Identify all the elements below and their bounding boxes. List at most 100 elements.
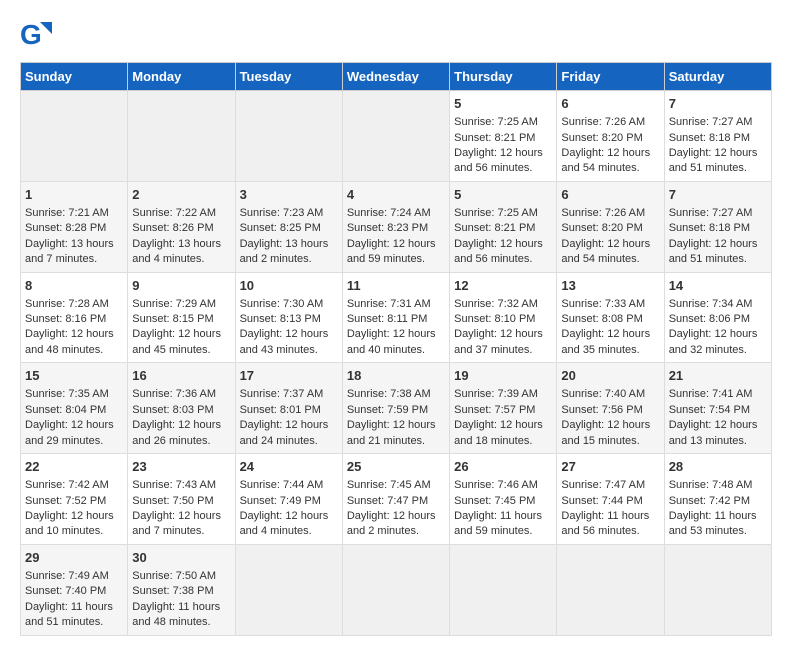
sunset-text: Sunset: 7:45 PM: [454, 495, 535, 507]
daylight-text: Daylight: 11 hours and 59 minutes.: [454, 510, 542, 537]
calendar-table: SundayMondayTuesdayWednesdayThursdayFrid…: [20, 62, 772, 636]
calendar-cell: 22Sunrise: 7:42 AMSunset: 7:52 PMDayligh…: [21, 454, 128, 545]
calendar-cell: 23Sunrise: 7:43 AMSunset: 7:50 PMDayligh…: [128, 454, 235, 545]
daylight-text: Daylight: 12 hours and 43 minutes.: [240, 328, 329, 355]
calendar-cell: [557, 544, 664, 635]
day-number: 7: [669, 95, 767, 113]
svg-text:G: G: [20, 20, 42, 50]
calendar-cell: [342, 544, 449, 635]
column-header-wednesday: Wednesday: [342, 63, 449, 91]
calendar-cell: [235, 91, 342, 182]
sunset-text: Sunset: 8:15 PM: [132, 313, 213, 325]
calendar-cell: 20Sunrise: 7:40 AMSunset: 7:56 PMDayligh…: [557, 363, 664, 454]
day-number: 23: [132, 458, 230, 476]
sunrise-text: Sunrise: 7:47 AM: [561, 479, 645, 491]
sunrise-text: Sunrise: 7:35 AM: [25, 388, 109, 400]
sunrise-text: Sunrise: 7:37 AM: [240, 388, 324, 400]
sunset-text: Sunset: 8:18 PM: [669, 132, 750, 144]
calendar-cell: 11 Sunrise: 7:31 AM Sunset: 8:11 PM Dayligh…: [342, 272, 449, 363]
calendar-cell: 19Sunrise: 7:39 AMSunset: 7:57 PMDayligh…: [450, 363, 557, 454]
sunrise-text: Sunrise: 7:33 AM: [561, 298, 645, 310]
calendar-week-2: 8Sunrise: 7:28 AMSunset: 8:16 PMDaylight…: [21, 272, 772, 363]
day-number: 3: [240, 186, 338, 204]
daylight-text: Daylight: 12 hours and 37 minutes.: [454, 328, 543, 355]
calendar-cell: 9Sunrise: 7:29 AMSunset: 8:15 PMDaylight…: [128, 272, 235, 363]
sunrise-text: Sunrise: 7:34 AM: [669, 298, 753, 310]
sunset-text: Sunset: 8:11 PM: [347, 313, 428, 325]
calendar-week-4: 22 Sunrise: 7:42 AM Sunset: 7:52 PM Dayligh…: [21, 454, 772, 545]
calendar-cell: 24Sunrise: 7:44 AMSunset: 7:49 PMDayligh…: [235, 454, 342, 545]
sunrise-text: Sunrise: 7:22 AM: [132, 207, 216, 219]
sunset-text: Sunset: 7:47 PM: [347, 495, 428, 507]
sunrise-text: Sunrise: 7:25 AM: [454, 207, 538, 219]
calendar-cell: 2Sunrise: 7:22 AMSunset: 8:26 PMDaylight…: [128, 181, 235, 272]
calendar-cell: 17Sunrise: 7:37 AMSunset: 8:01 PMDayligh…: [235, 363, 342, 454]
daylight-text: Daylight: 12 hours and 21 minutes.: [347, 419, 436, 446]
sunset-text: Sunset: 7:54 PM: [669, 404, 750, 416]
calendar-cell: 1Sunrise: 7:21 AMSunset: 8:28 PMDaylight…: [21, 181, 128, 272]
calendar-week-1: 1Sunrise: 7:21 AMSunset: 8:28 PMDaylight…: [21, 181, 772, 272]
day-number: 20: [561, 367, 659, 385]
day-number: 11: [347, 277, 445, 295]
calendar-cell: 29Sunrise: 7:49 AMSunset: 7:40 PMDayligh…: [21, 544, 128, 635]
sunset-text: Sunset: 8:21 PM: [454, 132, 535, 144]
calendar-cell: [450, 544, 557, 635]
sunset-text: Sunset: 7:52 PM: [25, 495, 106, 507]
calendar-cell: 28Sunrise: 7:48 AMSunset: 7:42 PMDayligh…: [664, 454, 771, 545]
sunset-text: Sunset: 8:28 PM: [25, 222, 106, 234]
sunrise-text: Sunrise: 7:31 AM: [347, 298, 431, 310]
calendar-cell: 13Sunrise: 7:33 AMSunset: 8:08 PMDayligh…: [557, 272, 664, 363]
sunrise-text: Sunrise: 7:27 AM: [669, 116, 753, 128]
sunrise-text: Sunrise: 7:41 AM: [669, 388, 753, 400]
sunrise-text: Sunrise: 7:27 AM: [669, 207, 753, 219]
calendar-cell: 8Sunrise: 7:28 AMSunset: 8:16 PMDaylight…: [21, 272, 128, 363]
day-number: 8: [25, 277, 123, 295]
sunrise-text: Sunrise: 7:32 AM: [454, 298, 538, 310]
sunrise-text: Sunrise: 7:42 AM: [25, 479, 109, 491]
sunrise-text: Sunrise: 7:43 AM: [132, 479, 216, 491]
sunset-text: Sunset: 8:01 PM: [240, 404, 321, 416]
sunrise-text: Sunrise: 7:29 AM: [132, 298, 216, 310]
sunrise-text: Sunrise: 7:48 AM: [669, 479, 753, 491]
daylight-text: Daylight: 12 hours and 54 minutes.: [561, 238, 650, 265]
day-number: 19: [454, 367, 552, 385]
daylight-text: Daylight: 12 hours and 18 minutes.: [454, 419, 543, 446]
sunset-text: Sunset: 8:20 PM: [561, 132, 642, 144]
daylight-text: Daylight: 12 hours and 24 minutes.: [240, 419, 329, 446]
calendar-cell: [342, 91, 449, 182]
sunrise-text: Sunrise: 7:38 AM: [347, 388, 431, 400]
calendar-week-5: 29Sunrise: 7:49 AMSunset: 7:40 PMDayligh…: [21, 544, 772, 635]
daylight-text: Daylight: 12 hours and 54 minutes.: [561, 147, 650, 174]
sunrise-text: Sunrise: 7:50 AM: [132, 570, 216, 582]
daylight-text: Daylight: 12 hours and 51 minutes.: [669, 238, 758, 265]
day-number: 28: [669, 458, 767, 476]
calendar-cell: 12Sunrise: 7:32 AMSunset: 8:10 PMDayligh…: [450, 272, 557, 363]
daylight-text: Daylight: 12 hours and 15 minutes.: [561, 419, 650, 446]
daylight-text: Daylight: 12 hours and 4 minutes.: [240, 510, 329, 537]
sunrise-text: Sunrise: 7:30 AM: [240, 298, 324, 310]
sunrise-text: Sunrise: 7:26 AM: [561, 207, 645, 219]
daylight-text: Daylight: 12 hours and 29 minutes.: [25, 419, 114, 446]
sunset-text: Sunset: 8:08 PM: [561, 313, 642, 325]
sunrise-text: Sunrise: 7:45 AM: [347, 479, 431, 491]
daylight-text: Daylight: 11 hours and 56 minutes.: [561, 510, 649, 537]
day-number: 24: [240, 458, 338, 476]
day-number: 9: [132, 277, 230, 295]
day-number: 25: [347, 458, 445, 476]
calendar-cell: 5Sunrise: 7:25 AMSunset: 8:21 PMDaylight…: [450, 91, 557, 182]
sunset-text: Sunset: 7:50 PM: [132, 495, 213, 507]
sunset-text: Sunset: 7:38 PM: [132, 585, 213, 597]
sunset-text: Sunset: 8:23 PM: [347, 222, 428, 234]
column-header-saturday: Saturday: [664, 63, 771, 91]
day-number: 22: [25, 458, 123, 476]
day-number: 4: [347, 186, 445, 204]
day-number: 26: [454, 458, 552, 476]
column-header-thursday: Thursday: [450, 63, 557, 91]
day-number: 5: [454, 186, 552, 204]
calendar-cell: 26Sunrise: 7:46 AMSunset: 7:45 PMDayligh…: [450, 454, 557, 545]
sunset-text: Sunset: 7:40 PM: [25, 585, 106, 597]
calendar-cell: 7Sunrise: 7:27 AMSunset: 8:18 PMDaylight…: [664, 181, 771, 272]
day-number: 13: [561, 277, 659, 295]
sunrise-text: Sunrise: 7:24 AM: [347, 207, 431, 219]
daylight-text: Daylight: 12 hours and 40 minutes.: [347, 328, 436, 355]
